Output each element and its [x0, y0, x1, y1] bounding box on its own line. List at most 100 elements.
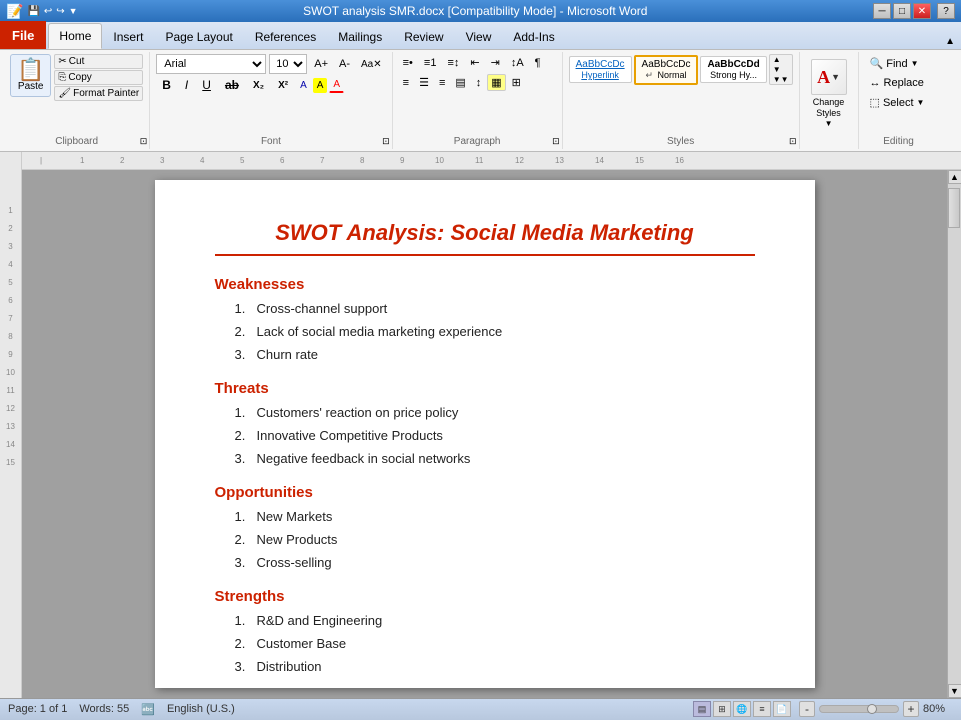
clear-formatting-button[interactable]: Aa✕ — [357, 57, 386, 72]
section-threats-heading: Threats — [215, 380, 755, 397]
content-area: | 1 2 3 4 5 6 7 8 9 10 11 12 13 14 15 16 — [22, 152, 961, 698]
style-normal[interactable]: AaBbCcDc ↵ Normal — [634, 55, 699, 85]
font-expand-icon[interactable]: ⊡ — [382, 136, 390, 147]
font-size-select[interactable]: 10 — [269, 54, 307, 74]
spell-check-icon[interactable]: 🔤 — [141, 703, 155, 716]
bullets-button[interactable]: ≡• — [399, 55, 417, 71]
borders-button[interactable]: ⊞ — [508, 74, 525, 91]
replace-button[interactable]: ↔ Replace — [865, 74, 933, 92]
full-screen-view-btn[interactable]: ⊞ — [713, 701, 731, 717]
web-layout-view-btn[interactable]: 🌐 — [733, 701, 751, 717]
scroll-area: SWOT Analysis: Social Media Marketing We… — [22, 170, 961, 698]
status-bar: Page: 1 of 1 Words: 55 🔤 English (U.S.) … — [0, 698, 961, 720]
numbering-button[interactable]: ≡1 — [420, 55, 441, 71]
zoom-out-button[interactable]: - — [799, 701, 815, 717]
tab-file[interactable]: File — [0, 21, 46, 49]
document-page[interactable]: SWOT Analysis: Social Media Marketing We… — [155, 180, 815, 688]
help-button[interactable]: ? — [937, 3, 955, 19]
list-item: 3.Churn rate — [235, 347, 755, 362]
close-button[interactable]: ✕ — [913, 3, 931, 19]
section-opportunities-heading: Opportunities — [215, 484, 755, 501]
tab-page-layout[interactable]: Page Layout — [154, 23, 243, 49]
list-item: 1.R&D and Engineering — [235, 613, 755, 628]
strikethrough-button[interactable]: ab — [219, 76, 245, 94]
cut-button[interactable]: ✂ Cut — [54, 54, 143, 69]
align-left-button[interactable]: ≡ — [399, 75, 413, 91]
styles-expand-icon[interactable]: ⊡ — [789, 136, 797, 147]
tab-home[interactable]: Home — [48, 23, 102, 49]
tab-references[interactable]: References — [244, 23, 327, 49]
paste-button[interactable]: 📋 Paste — [10, 54, 51, 97]
line-spacing-button[interactable]: ↕ — [472, 75, 486, 91]
quick-access-save[interactable]: 💾 — [27, 6, 39, 17]
list-item: 2.Customer Base — [235, 636, 755, 651]
highlight-button[interactable]: A — [313, 78, 328, 93]
clipboard-expand-icon[interactable]: ⊡ — [140, 136, 148, 147]
underline-button[interactable]: U — [196, 76, 217, 94]
bold-button[interactable]: B — [156, 76, 177, 94]
font-shrink-button[interactable]: A- — [335, 56, 354, 72]
ribbon-collapse-btn[interactable]: ▲ — [943, 34, 957, 49]
paste-label: Paste — [18, 81, 44, 92]
tab-mailings[interactable]: Mailings — [327, 23, 393, 49]
maximize-button[interactable]: □ — [893, 3, 911, 19]
paragraph-expand-icon[interactable]: ⊡ — [552, 136, 560, 147]
style-strong[interactable]: AaBbCcDd Strong Hy... — [700, 56, 766, 83]
show-marks-button[interactable]: ¶ — [531, 55, 545, 71]
styles-scroll[interactable]: ▲ ▼ ▼▼ — [769, 54, 793, 85]
print-layout-view-btn[interactable]: ▤ — [693, 701, 711, 717]
subscript-button[interactable]: X₂ — [247, 78, 270, 93]
zoom-level[interactable]: 80% — [923, 703, 953, 715]
clipboard-group: 📋 Paste ✂ Cut ⎘ Copy 🖌 Format Painter — [4, 52, 150, 149]
font-grow-button[interactable]: A+ — [310, 56, 332, 72]
status-right: ▤ ⊞ 🌐 ≡ 📄 - + 80% — [693, 701, 953, 717]
scroll-track[interactable] — [948, 184, 961, 684]
zoom-slider[interactable] — [819, 705, 899, 713]
quick-access-redo[interactable]: ↪ — [56, 6, 64, 17]
multilevel-list-button[interactable]: ≡↕ — [443, 55, 463, 71]
language[interactable]: English (U.S.) — [167, 703, 235, 715]
list-item: 1.New Markets — [235, 509, 755, 524]
text-effects-button[interactable]: A — [296, 78, 311, 93]
italic-button[interactable]: I — [179, 76, 194, 94]
clipboard-label: Clipboard — [4, 136, 149, 147]
align-right-button[interactable]: ≡ — [435, 75, 449, 91]
justify-button[interactable]: ▤ — [451, 74, 469, 91]
draft-view-btn[interactable]: 📄 — [773, 701, 791, 717]
format-painter-button[interactable]: 🖌 Format Painter — [54, 86, 143, 101]
document-scroll[interactable]: SWOT Analysis: Social Media Marketing We… — [22, 170, 947, 698]
quick-access-more[interactable]: ▼ — [69, 6, 78, 16]
scroll-down-button[interactable]: ▼ — [948, 684, 961, 698]
minimize-button[interactable]: ─ — [873, 3, 891, 19]
style-hyperlink[interactable]: AaBbCcDc Hyperlink — [569, 56, 632, 83]
tab-insert[interactable]: Insert — [102, 23, 154, 49]
font-color-button[interactable]: A — [329, 77, 344, 93]
vertical-scrollbar[interactable]: ▲ ▼ — [947, 170, 961, 698]
select-button[interactable]: ⬚ Select ▼ — [865, 93, 933, 112]
shading-button[interactable]: ▦ — [487, 74, 505, 91]
window-title: SWOT analysis SMR.docx [Compatibility Mo… — [78, 4, 873, 18]
copy-button[interactable]: ⎘ Copy — [54, 70, 143, 85]
scroll-up-button[interactable]: ▲ — [948, 170, 961, 184]
decrease-indent-button[interactable]: ⇤ — [466, 54, 483, 71]
sort-button[interactable]: ↕A — [507, 55, 528, 71]
outline-view-btn[interactable]: ≡ — [753, 701, 771, 717]
zoom-thumb[interactable] — [867, 704, 877, 714]
font-name-select[interactable]: Arial — [156, 54, 266, 74]
find-button[interactable]: 🔍 Find ▼ — [865, 54, 933, 73]
scroll-thumb[interactable] — [948, 188, 960, 228]
tab-review[interactable]: Review — [393, 23, 454, 49]
tab-add-ins[interactable]: Add-Ins — [502, 23, 565, 49]
change-styles-button[interactable]: A ▼ ChangeStyles ▼ — [804, 54, 854, 133]
list-item: 1.Cross-channel support — [235, 301, 755, 316]
select-icon: ⬚ — [870, 96, 880, 109]
quick-access-undo[interactable]: ↩ — [44, 6, 52, 17]
align-center-button[interactable]: ☰ — [415, 74, 433, 91]
superscript-button[interactable]: X² — [272, 78, 294, 93]
zoom-in-button[interactable]: + — [903, 701, 919, 717]
tab-view[interactable]: View — [455, 23, 503, 49]
styles-group-label: Styles — [563, 136, 799, 147]
format-painter-icon: 🖌 — [58, 88, 71, 99]
document-title: SWOT Analysis: Social Media Marketing — [215, 220, 755, 256]
increase-indent-button[interactable]: ⇥ — [487, 54, 504, 71]
